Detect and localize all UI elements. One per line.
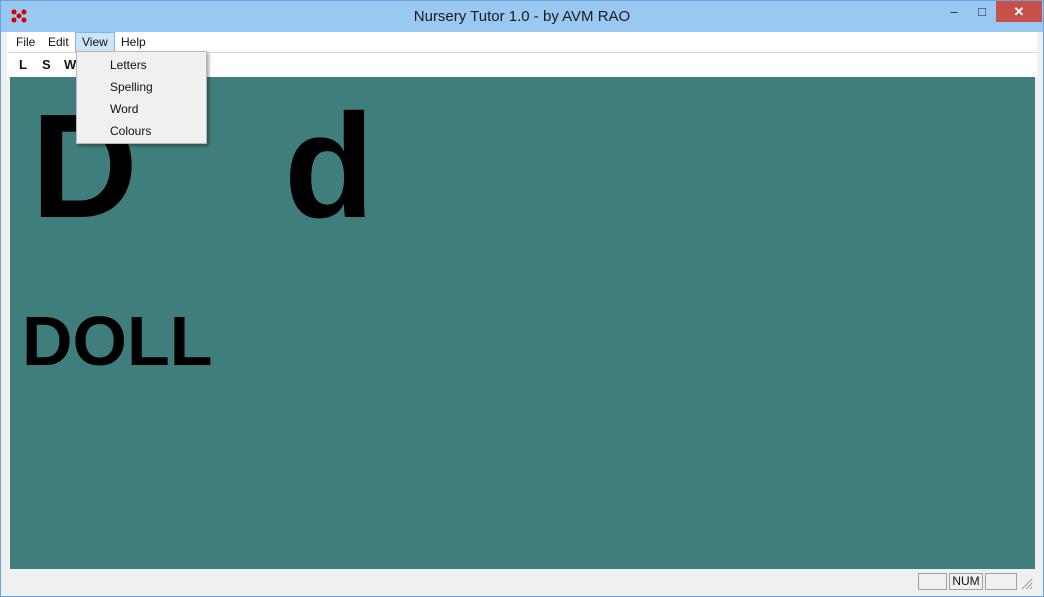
lowercase-letter: d: [284, 84, 375, 249]
maximize-button[interactable]: □: [966, 1, 998, 22]
title-bar[interactable]: Nursery Tutor 1.0 - by AVM RAO – □ ✕: [1, 1, 1043, 32]
window-title: Nursery Tutor 1.0 - by AVM RAO: [413, 8, 631, 25]
close-button[interactable]: ✕: [996, 1, 1042, 22]
resize-grip-icon[interactable]: [1021, 578, 1033, 590]
view-menu-word[interactable]: Word: [110, 98, 138, 120]
status-bar: NUM: [7, 571, 1037, 592]
spelling-tool-button[interactable]: S: [42, 56, 51, 74]
letters-tool-button[interactable]: L: [19, 56, 27, 74]
status-panel-scroll: [985, 573, 1017, 590]
word-tool-button[interactable]: W: [64, 56, 76, 74]
menu-help[interactable]: Help: [115, 32, 152, 52]
view-menu-colours[interactable]: Colours: [110, 120, 151, 142]
lesson-word: DOLL: [22, 302, 213, 380]
status-panel-caps: [918, 573, 947, 590]
view-dropdown-menu: Letters Spelling Word Colours: [76, 51, 207, 144]
menu-file[interactable]: File: [10, 32, 41, 52]
menu-bar: File Edit View Help: [7, 32, 1037, 52]
menu-view[interactable]: View: [75, 32, 115, 52]
app-window: Nursery Tutor 1.0 - by AVM RAO – □ ✕ Fil…: [0, 0, 1044, 597]
status-panel-num: NUM: [949, 573, 983, 590]
view-menu-spelling[interactable]: Spelling: [110, 76, 153, 98]
menu-edit[interactable]: Edit: [42, 32, 75, 52]
view-menu-letters[interactable]: Letters: [110, 54, 147, 76]
lesson-canvas[interactable]: D d DOLL: [10, 77, 1035, 569]
